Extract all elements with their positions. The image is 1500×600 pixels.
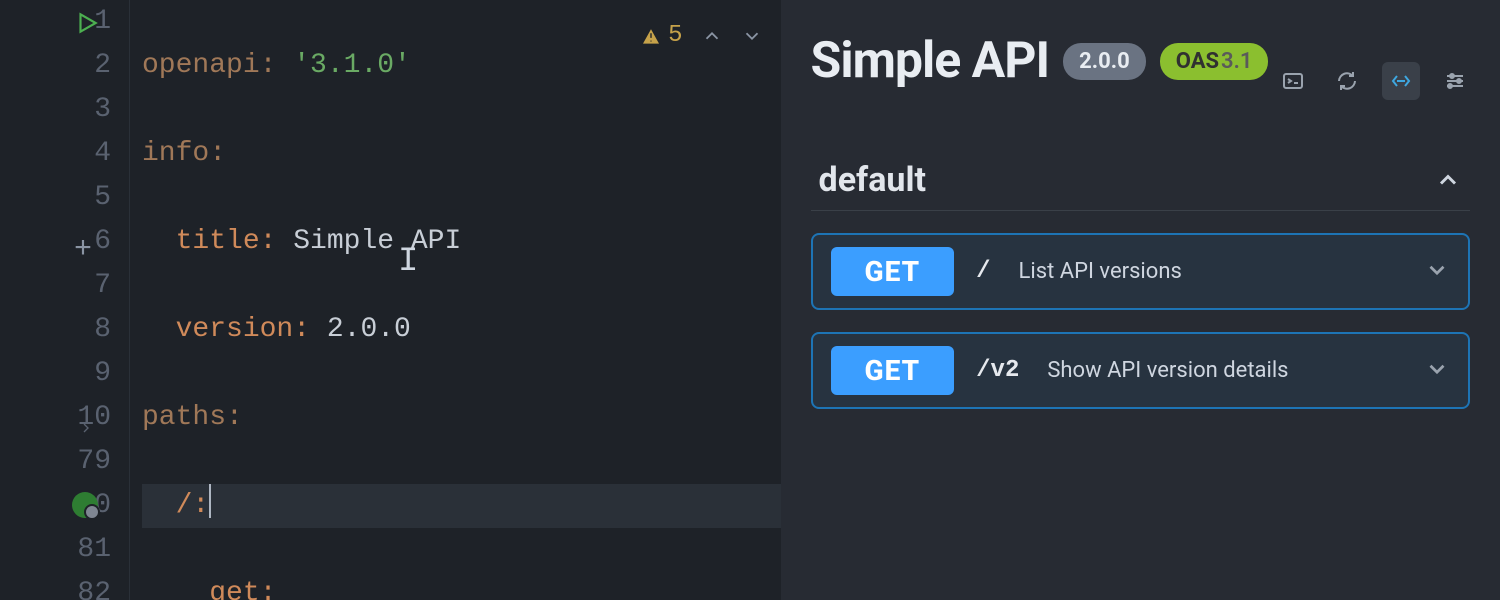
yaml-key: version xyxy=(176,314,294,345)
yaml-key: / xyxy=(176,490,193,521)
warning-count: 5 xyxy=(668,14,682,58)
line-number: 4 xyxy=(71,132,111,176)
yaml-key: info xyxy=(142,138,209,169)
tag-section-header[interactable]: default xyxy=(811,160,1470,211)
line-number: 5 xyxy=(71,176,111,220)
tag-name: default xyxy=(819,160,926,200)
code-editor[interactable]: 1 2 3 4 5 6 + 7 8 9 10 79 80 xyxy=(0,0,781,600)
yaml-key: get xyxy=(209,578,259,600)
line-number: 3 xyxy=(71,88,111,132)
line-number: 7 xyxy=(71,264,111,308)
yaml-value: 2.0.0 xyxy=(327,314,411,345)
prev-problem-icon[interactable] xyxy=(701,25,723,47)
api-title: Simple API xyxy=(811,32,1050,90)
operation-summary: List API versions xyxy=(1019,259,1182,284)
yaml-key: title xyxy=(176,226,260,257)
line-number: 8 xyxy=(71,308,111,352)
panel-toolbar xyxy=(1274,62,1474,100)
http-method-badge: GET xyxy=(831,247,955,296)
settings-sliders-icon[interactable] xyxy=(1436,62,1474,100)
operation-path: / xyxy=(976,258,990,285)
operation-path: /v2 xyxy=(976,357,1019,384)
operation-row[interactable]: GET / List API versions xyxy=(811,233,1470,310)
version-badge: 2.0.0 xyxy=(1063,43,1146,80)
problems-widget[interactable]: 5 xyxy=(640,14,762,58)
editor-gutter: 1 2 3 4 5 6 + 7 8 9 10 79 80 xyxy=(0,0,130,600)
operation-summary: Show API version details xyxy=(1047,358,1288,383)
oas-badge: OAS3.1 xyxy=(1160,43,1269,80)
operation-row[interactable]: GET /v2 Show API version details xyxy=(811,332,1470,409)
http-method-badge: GET xyxy=(831,346,955,395)
yaml-key: openapi xyxy=(142,50,260,81)
warning-badge[interactable]: 5 xyxy=(640,14,682,58)
next-problem-icon[interactable] xyxy=(741,25,763,47)
line-number: 81 xyxy=(71,528,111,572)
yaml-value: Simple API xyxy=(293,226,461,257)
text-caret xyxy=(209,484,211,518)
terminal-icon[interactable] xyxy=(1274,62,1312,100)
expand-operation-icon[interactable] xyxy=(1424,257,1450,287)
yaml-key: paths xyxy=(142,402,226,433)
line-number: 9 xyxy=(71,352,111,396)
yaml-value: '3.1.0' xyxy=(293,50,411,81)
line-number: 79 xyxy=(71,440,111,484)
line-number: 82 xyxy=(71,572,111,600)
api-preview-panel: Simple API 2.0.0 OAS3.1 default xyxy=(781,0,1500,600)
code-area[interactable]: openapi: '3.1.0' info: title: Simple API… xyxy=(130,0,781,600)
chevron-up-icon xyxy=(1434,166,1462,194)
line-number: 2 xyxy=(71,44,111,88)
sync-scroll-icon[interactable] xyxy=(1382,62,1420,100)
refresh-icon[interactable] xyxy=(1328,62,1366,100)
gutter-marker-icon[interactable] xyxy=(72,492,98,518)
expand-operation-icon[interactable] xyxy=(1424,356,1450,386)
